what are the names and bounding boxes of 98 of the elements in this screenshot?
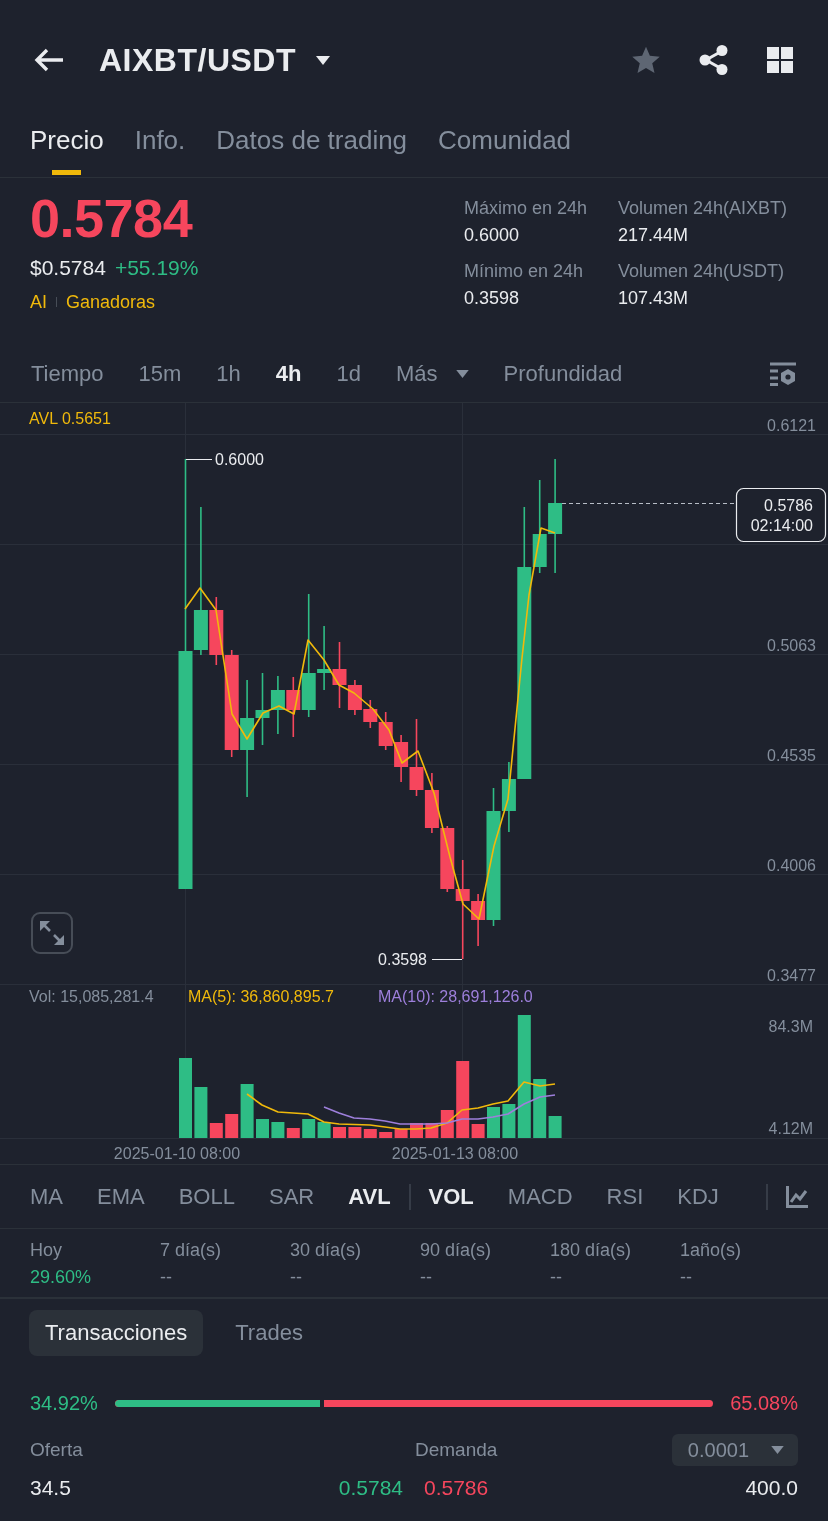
fiat-price: $0.5784 xyxy=(30,255,106,281)
more-menu-button[interactable]: Más xyxy=(396,359,469,388)
bid-price: 0.5784 xyxy=(338,1476,403,1500)
indicator-tab[interactable]: BOLL xyxy=(178,1182,235,1211)
avl-value: AVL 0.5651 xyxy=(29,410,111,427)
left-arrow-icon[interactable] xyxy=(34,48,64,72)
price-axis-label: 0.4535 xyxy=(767,747,816,764)
column-header: Oferta xyxy=(30,1439,84,1461)
low-price-label: 0.3598 xyxy=(378,951,427,968)
stat-value: 107.43M xyxy=(618,287,690,310)
rising-candle xyxy=(270,675,285,735)
date-label: 2025-01-13 08:00 xyxy=(391,1145,519,1162)
period-label: 180 día(s) xyxy=(550,1239,633,1262)
high-price-leader xyxy=(185,459,213,460)
volume-bar xyxy=(363,1129,377,1138)
tag-link[interactable]: AI xyxy=(30,291,47,313)
interval-tab[interactable]: 4h xyxy=(275,359,302,388)
volume-axis-label: 4.12M xyxy=(768,1120,813,1137)
stat-label: Volumen 24h(AIXBT) xyxy=(618,197,788,220)
caret-icon xyxy=(316,55,330,65)
precision-dropdown[interactable]: 0.0001 xyxy=(671,1434,798,1466)
stat-label: Mínimo en 24h xyxy=(464,260,585,283)
indicator-tab[interactable]: SAR xyxy=(268,1182,315,1211)
interval-tab[interactable]: 15m xyxy=(138,359,182,388)
volume-bar xyxy=(348,1127,362,1138)
pair-selector[interactable]: AIXBT/USDT xyxy=(99,40,330,80)
period-label: Hoy xyxy=(30,1239,63,1262)
sell-ratio: 65.08% xyxy=(730,1391,798,1415)
volume-value: Vol: 15,085,281.4 xyxy=(29,988,154,1005)
period-label: 7 día(s) xyxy=(160,1239,223,1262)
price-axis-label: 0.4006 xyxy=(767,857,816,874)
volume-bar xyxy=(333,1127,346,1138)
star-icon[interactable] xyxy=(631,45,661,75)
stat-value: 217.44M xyxy=(618,224,690,247)
line-chart-icon[interactable] xyxy=(786,1185,808,1208)
ma10-value: MA(10): 28,691,126.0 xyxy=(378,988,533,1005)
tab[interactable]: Info. xyxy=(134,120,186,177)
price-axis-label: 0.6121 xyxy=(767,417,816,434)
period-label: 30 día(s) xyxy=(290,1239,363,1262)
share-icon[interactable] xyxy=(699,45,729,75)
grid-icon[interactable] xyxy=(767,47,793,73)
price-axis-label: 0.3477 xyxy=(767,967,816,984)
falling-candle xyxy=(286,676,301,738)
price-change: +55.19% xyxy=(114,255,199,281)
last-price: 0.5784 xyxy=(30,188,194,248)
column-header: Demanda xyxy=(415,1439,498,1461)
period-label: 1año(s) xyxy=(680,1239,743,1262)
volume-bar xyxy=(317,1122,331,1138)
book-tab[interactable]: Trades xyxy=(219,1310,319,1356)
volume-axis-label: 84.3M xyxy=(768,1018,813,1035)
interval-tab[interactable]: Tiempo xyxy=(31,359,104,388)
avl-change-value: -- xyxy=(420,1266,433,1289)
interval-tab[interactable]: 1d xyxy=(336,359,361,388)
indicator-tab[interactable]: VOL xyxy=(428,1182,474,1211)
avl-change-value: -- xyxy=(290,1266,303,1289)
avl-change-value: -- xyxy=(550,1266,563,1289)
stat-label: Máximo en 24h xyxy=(464,197,589,220)
indicator-tab[interactable]: EMA xyxy=(97,1182,145,1211)
indicator-tab[interactable]: MACD xyxy=(507,1182,573,1211)
indicator-tab[interactable]: KDJ xyxy=(677,1182,719,1211)
indicator-tab[interactable]: MA xyxy=(30,1182,63,1211)
tab[interactable]: Comunidad xyxy=(438,120,572,177)
falling-candle xyxy=(378,711,393,751)
avl-change-value: 29.60% xyxy=(30,1266,93,1289)
ask-quantity: 400.0 xyxy=(745,1476,798,1500)
ma5-value: MA(5): 36,860,895.7 xyxy=(188,988,334,1005)
avl-change-value: -- xyxy=(680,1266,693,1289)
volume-bar xyxy=(256,1119,269,1138)
volume-bar xyxy=(487,1107,500,1138)
countdown-timer: 02:14:00 xyxy=(750,517,813,534)
tab[interactable]: Datos de trading xyxy=(216,120,408,177)
ask-price: 0.5786 xyxy=(424,1476,489,1500)
caret-icon xyxy=(771,1446,784,1454)
tag-link[interactable]: Ganadoras xyxy=(66,291,156,313)
stat-label: Volumen 24h(USDT) xyxy=(618,260,786,283)
falling-candle xyxy=(424,772,439,834)
buy-ratio: 34.92% xyxy=(30,1391,98,1415)
indicator-tab[interactable]: AVL xyxy=(348,1182,391,1211)
indicator-tab[interactable]: RSI xyxy=(606,1182,644,1211)
settings-icon[interactable] xyxy=(770,361,796,386)
interval-tab[interactable]: 1h xyxy=(216,359,241,388)
volume-bar xyxy=(302,1119,316,1138)
caret-icon xyxy=(455,369,469,378)
date-label: 2025-01-10 08:00 xyxy=(113,1145,241,1162)
avl-change-value: -- xyxy=(160,1266,173,1289)
falling-candle xyxy=(363,699,378,729)
interval-tab[interactable]: Profundidad xyxy=(503,359,623,388)
price-axis-label: 0.5063 xyxy=(767,637,816,654)
last-price: 0.5786 xyxy=(764,497,813,514)
low-price-leader xyxy=(431,959,463,960)
tab[interactable]: Precio xyxy=(30,120,104,177)
stat-value: 0.3598 xyxy=(464,287,521,310)
bid-quantity: 34.5 xyxy=(30,1476,71,1500)
book-tab[interactable]: Transacciones xyxy=(29,1310,204,1356)
high-price-label: 0.6000 xyxy=(215,451,264,468)
period-label: 90 día(s) xyxy=(420,1239,493,1262)
stat-value: 0.6000 xyxy=(464,224,521,247)
expand-icon[interactable] xyxy=(32,913,72,953)
